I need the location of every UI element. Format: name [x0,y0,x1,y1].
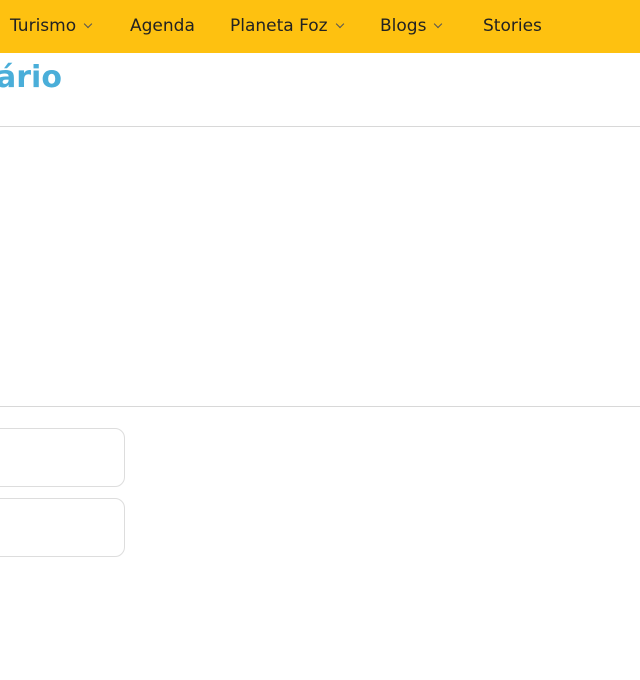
top-nav: Turismo Agenda Planeta Foz Blogs Stories [0,0,640,53]
nav-label: Planeta Foz [230,16,328,36]
chevron-down-icon [83,19,93,29]
chevron-down-icon [434,19,443,29]
nav-item-blogs[interactable]: Blogs [380,0,443,53]
nav-label: Turismo [10,16,77,36]
divider [0,406,640,407]
divider [0,126,640,127]
nav-item-turismo[interactable]: Turismo [10,0,93,53]
nav-item-stories[interactable]: Stories [483,0,542,53]
nav-label: Blogs [380,16,427,36]
page-title: ário [0,60,62,95]
nav-label: Agenda [130,16,195,36]
chevron-down-icon [335,19,344,29]
input-field[interactable] [0,428,125,487]
nav-item-planeta-foz[interactable]: Planeta Foz [230,0,344,53]
nav-item-agenda[interactable]: Agenda [130,0,195,53]
nav-label: Stories [483,16,542,36]
input-field[interactable] [0,498,125,557]
